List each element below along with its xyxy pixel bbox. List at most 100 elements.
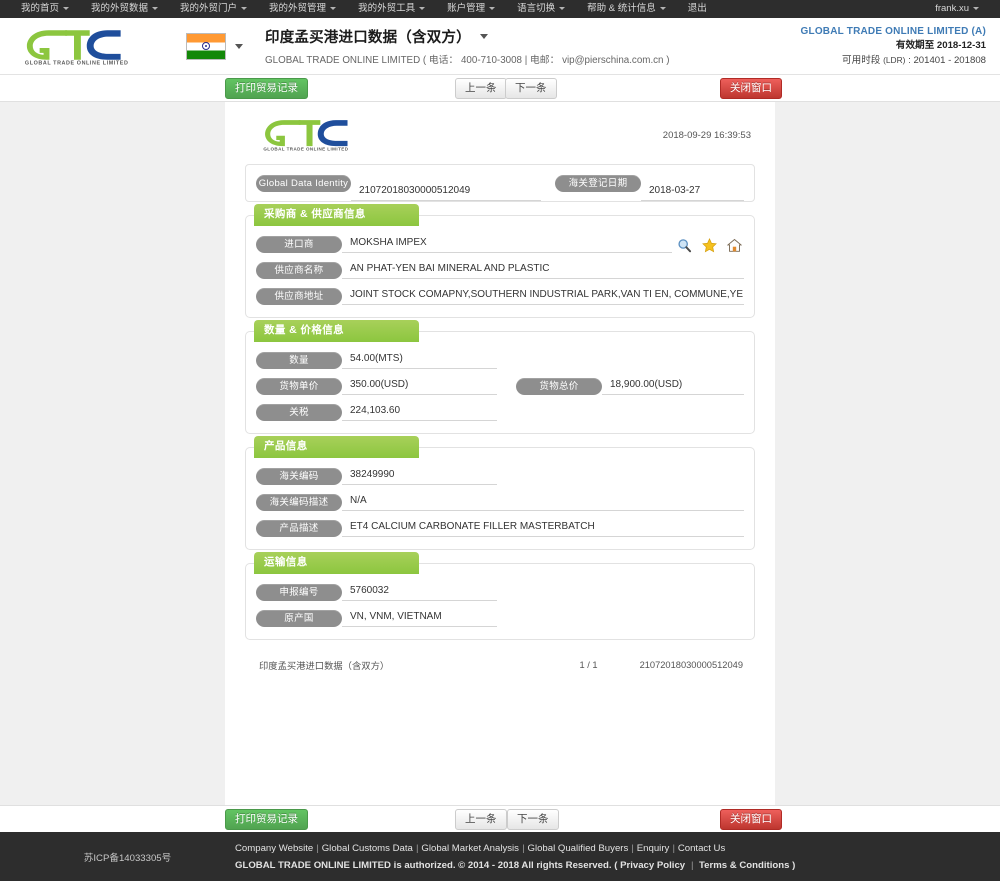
- footer-link-global-qualified-buyers[interactable]: Global Qualified Buyers: [527, 843, 628, 854]
- svg-text:GLOBAL TRADE ONLINE LIMITED: GLOBAL TRADE ONLINE LIMITED: [263, 146, 348, 151]
- bottom-toolbar: 打印贸易记录 上一条 下一条 关闭窗口: [0, 805, 1000, 832]
- nav-item-trade-data[interactable]: 我的外贸数据: [80, 0, 169, 18]
- nav-item-logout[interactable]: 退出: [677, 0, 718, 18]
- supplier-name-value: AN PHAT-YEN BAI MINERAL AND PLASTIC: [342, 262, 744, 279]
- nav-item-label: 我的外贸数据: [91, 3, 149, 14]
- field-row-importer: 进口商 MOKSHA IMPEX: [256, 236, 744, 253]
- global-data-identity-value: 21072018030000512049: [351, 184, 541, 201]
- field-row-declaration-number: 申报编号 5760032: [256, 584, 744, 601]
- document-footer-id: 21072018030000512049: [639, 660, 743, 670]
- hs-code-label: 海关编码: [256, 468, 342, 485]
- gto-logo[interactable]: GLOBAL TRADE ONLINE LIMITED: [20, 26, 128, 66]
- field-row-duty: 关税 224,103.60: [256, 404, 744, 421]
- section-transport-info: 运输信息 申报编号 5760032 原产国 VN, VNM, VIETNAM: [245, 552, 755, 640]
- previous-record-button-bottom[interactable]: 上一条: [455, 809, 507, 830]
- icp-license-number: 苏ICP备14033305号: [83, 852, 172, 864]
- user-name-label: frank.xu: [935, 3, 969, 14]
- nav-item-trade-portal[interactable]: 我的外贸门户: [169, 0, 258, 18]
- close-window-button[interactable]: 关闭窗口: [720, 78, 782, 99]
- chevron-down-icon: [489, 6, 496, 10]
- print-trade-record-button-bottom[interactable]: 打印贸易记录: [225, 809, 308, 830]
- company-contact-line: GLOBAL TRADE ONLINE LIMITED ( 电话： 400-71…: [265, 55, 670, 66]
- page-title: 印度孟买港进口数据（含双方）: [265, 26, 670, 47]
- footer-link-privacy-policy[interactable]: Privacy Policy: [620, 860, 685, 871]
- policy-paren-open: (: [614, 859, 618, 871]
- customs-date-value: 2018-03-27: [641, 184, 744, 201]
- section-title: 数量 & 价格信息: [254, 320, 419, 342]
- account-expiry-label: 有效期至: [895, 39, 935, 51]
- global-data-identity-label: Global Data Identity: [256, 174, 351, 192]
- field-row-quantity: 数量 54.00(MTS): [256, 352, 744, 369]
- footer-link-terms-conditions[interactable]: Terms & Conditions: [699, 860, 789, 871]
- nav-item-label: 账户管理: [447, 3, 486, 14]
- footer-link-contact-us[interactable]: Contact Us: [678, 843, 725, 854]
- importer-label: 进口商: [256, 236, 342, 253]
- identity-box: Global Data Identity 2107201803000051204…: [245, 164, 755, 202]
- product-description-value: ET4 CALCIUM CARBONATE FILLER MASTERBATCH: [342, 520, 744, 537]
- nav-item-trade-management[interactable]: 我的外贸管理: [258, 0, 347, 18]
- nav-item-home[interactable]: 我的首页: [10, 0, 80, 18]
- page-title-block: 印度孟买港进口数据（含双方） GLOBAL TRADE ONLINE LIMIT…: [265, 26, 670, 66]
- site-footer: 苏ICP备14033305号 Company Website | Global Cu…: [0, 832, 1000, 881]
- chevron-down-icon: [330, 6, 337, 10]
- nav-item-label: 我的外贸门户: [180, 3, 238, 14]
- nav-item-label: 帮助 & 统计信息: [587, 3, 656, 14]
- field-row-supplier-address: 供应商地址 JOINT STOCK COMAPNY,SOUTHERN INDUS…: [256, 288, 744, 305]
- country-selector[interactable]: [186, 32, 243, 60]
- unit-price-label: 货物单价: [256, 378, 342, 395]
- document-footer: 印度孟买港进口数据（含双方） 1 / 1 2107201803000051204…: [245, 658, 755, 672]
- footer-text-block: Company Website | Global Customs Data | Glob…: [235, 840, 795, 874]
- section-title: 运输信息: [254, 552, 419, 574]
- footer-links: Company Website | Global Customs Data | Glob…: [235, 842, 726, 854]
- nav-item-help-stats[interactable]: 帮助 & 统计信息: [576, 0, 677, 18]
- ldr-label: 可用时段: [842, 54, 881, 66]
- footer-link-company-website[interactable]: Company Website: [235, 843, 313, 854]
- field-row-supplier-name: 供应商名称 AN PHAT-YEN BAI MINERAL AND PLASTI…: [256, 262, 744, 279]
- nav-item-label: 我的外贸管理: [269, 3, 327, 14]
- nav-item-language-switch[interactable]: 语言切换: [506, 0, 576, 18]
- nav-item-trade-tools[interactable]: 我的外贸工具: [347, 0, 436, 18]
- account-info: GLOBAL TRADE ONLINE LIMITED (A) 有效期至 201…: [801, 25, 986, 68]
- chevron-down-icon[interactable]: [479, 34, 488, 39]
- close-window-button-bottom[interactable]: 关闭窗口: [720, 809, 782, 830]
- quantity-value: 54.00(MTS): [342, 352, 497, 369]
- top-nav-items: 我的首页 我的外贸数据 我的外贸门户 我的外贸管理 我的外贸工具 账户管理 语言…: [10, 0, 718, 18]
- ldr-value: 201401 - 201808: [913, 54, 986, 66]
- footer-link-global-market-analysis[interactable]: Global Market Analysis: [421, 843, 519, 854]
- print-trade-record-button[interactable]: 打印贸易记录: [225, 78, 308, 99]
- home-icon[interactable]: [727, 238, 742, 253]
- section-title: 采购商 & 供应商信息: [254, 204, 419, 226]
- search-icon[interactable]: [677, 238, 692, 253]
- star-icon[interactable]: [702, 238, 717, 253]
- section-quantity-price: 数量 & 价格信息 数量 54.00(MTS) 货物单价 350.00(USD)…: [245, 320, 755, 434]
- product-description-label: 产品描述: [256, 520, 342, 537]
- duty-value: 224,103.60: [342, 404, 497, 421]
- site-header: GLOBAL TRADE ONLINE LIMITED 印度孟买港进口数据（含双…: [0, 18, 1000, 75]
- footer-copyright: GLOBAL TRADE ONLINE LIMITED is authorize…: [235, 859, 796, 871]
- document-footer-title: 印度孟买港进口数据（含双方）: [259, 661, 390, 671]
- chevron-down-icon: [63, 6, 70, 10]
- importer-value: MOKSHA IMPEX: [342, 236, 672, 253]
- user-menu[interactable]: frank.xu: [924, 0, 990, 18]
- duty-label: 关税: [256, 404, 342, 421]
- account-name: GLOBAL TRADE ONLINE LIMITED (A): [800, 25, 986, 37]
- nav-item-account-management[interactable]: 账户管理: [436, 0, 506, 18]
- footer-link-global-customs-data[interactable]: Global Customs Data: [322, 843, 413, 854]
- previous-record-button[interactable]: 上一条: [455, 78, 507, 99]
- total-price-label: 货物总价: [516, 378, 602, 395]
- record-action-icons: [677, 238, 742, 253]
- next-record-button-bottom[interactable]: 下一条: [507, 809, 559, 830]
- account-expiry-value: 2018-12-31: [936, 39, 986, 51]
- field-row-hs-code: 海关编码 38249990: [256, 468, 744, 485]
- copyright-text: GLOBAL TRADE ONLINE LIMITED is authorize…: [235, 859, 612, 871]
- footer-link-enquiry[interactable]: Enquiry: [637, 843, 670, 854]
- field-row-hs-description: 海关编码描述 N/A: [256, 494, 744, 511]
- user-menu-trigger[interactable]: frank.xu: [924, 0, 990, 18]
- next-record-button[interactable]: 下一条: [505, 78, 557, 99]
- chevron-down-icon: [559, 6, 566, 10]
- hs-description-label: 海关编码描述: [256, 494, 342, 511]
- section-buyer-supplier: 采购商 & 供应商信息 进口商 MOKSHA IMPEX 供应商名称 AN PH…: [245, 204, 755, 318]
- section-title: 产品信息: [254, 436, 419, 458]
- field-row-origin-country: 原产国 VN, VNM, VIETNAM: [256, 610, 744, 627]
- declaration-number-label: 申报编号: [256, 584, 342, 601]
